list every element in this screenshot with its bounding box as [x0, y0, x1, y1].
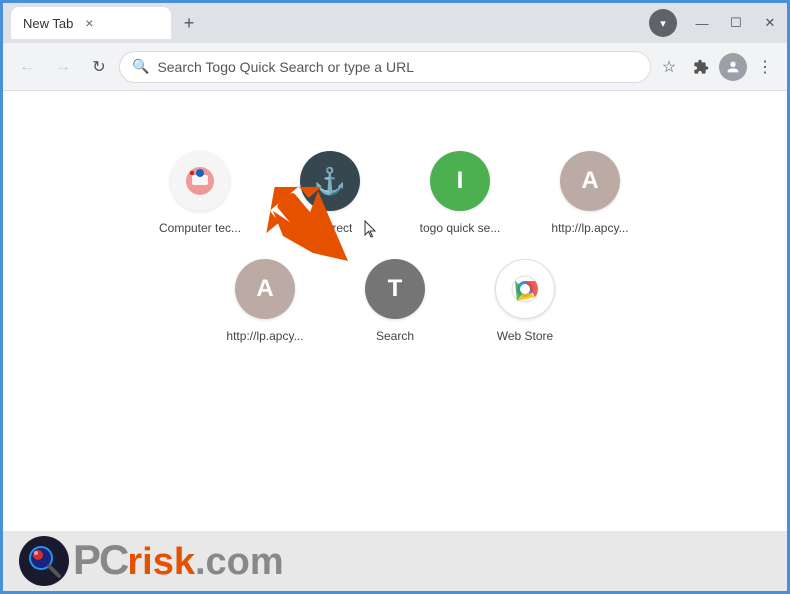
window-close-button[interactable]: ✕ — [761, 14, 779, 32]
shortcut-label-http-a2: http://lp.apcy... — [226, 329, 303, 343]
tab-close-button[interactable]: × — [81, 15, 97, 31]
shortcut-label-webstore: Web Store — [497, 329, 553, 343]
pcrisk-watermark: PC risk .com — [3, 531, 787, 591]
pcrisk-logo: PC risk .com — [19, 536, 284, 586]
back-button[interactable]: ← — [11, 51, 43, 83]
shortcut-search[interactable]: T Search — [350, 259, 440, 343]
shortcut-computer-tec[interactable]: Computer tec... — [155, 151, 245, 235]
shortcut-label-search: Search — [376, 329, 414, 343]
pcrisk-text-group: PC risk .com — [73, 539, 284, 584]
window-controls: ▾ — ☐ ✕ — [649, 9, 779, 37]
reload-button[interactable]: ↻ — [83, 51, 115, 83]
pcrisk-risk-text: risk — [127, 543, 195, 581]
title-bar: New Tab × + ▾ — ☐ ✕ — [3, 3, 787, 43]
shortcut-label-togo: togo quick se... — [420, 221, 501, 235]
shortcuts-row-2: A http://lp.apcy... T Search — [220, 259, 570, 343]
new-tab-button[interactable]: + — [175, 9, 203, 37]
shortcut-icon-search: T — [365, 259, 425, 319]
shortcut-label-redirect: Redirect — [308, 221, 353, 235]
shortcut-icon-http-a1: A — [560, 151, 620, 211]
nav-bar: ← → ↻ 🔍 Search Togo Quick Search or type… — [3, 43, 787, 91]
tab-title: New Tab — [23, 16, 73, 31]
shortcut-icon-http-a2: A — [235, 259, 295, 319]
pcrisk-dotcom-text: .com — [195, 541, 284, 584]
shortcut-icon-computer-tec — [170, 151, 230, 211]
address-text: Search Togo Quick Search or type a URL — [157, 59, 638, 75]
shortcut-http-a1[interactable]: A http://lp.apcy... — [545, 151, 635, 235]
bookmark-button[interactable]: ☆ — [655, 53, 683, 81]
shortcut-icon-redirect: ⚓ — [300, 151, 360, 211]
more-options-button[interactable]: ⋮ — [751, 53, 779, 81]
active-tab[interactable]: New Tab × — [11, 7, 171, 39]
extensions-button[interactable] — [687, 53, 715, 81]
shortcut-icon-togo: I — [430, 151, 490, 211]
minimize-button[interactable]: — — [693, 14, 711, 32]
profile-button[interactable] — [719, 53, 747, 81]
pcrisk-pc-text: PC — [73, 539, 127, 581]
search-icon: 🔍 — [132, 58, 149, 75]
address-bar[interactable]: 🔍 Search Togo Quick Search or type a URL — [119, 51, 651, 83]
shortcut-http-a2[interactable]: A http://lp.apcy... — [220, 259, 310, 343]
shortcuts-row-1: Computer tec... ⚓ Redirect I togo quick … — [155, 151, 635, 235]
chrome-menu-icon[interactable]: ▾ — [649, 9, 677, 37]
shortcut-label-computer-tec: Computer tec... — [159, 221, 241, 235]
pcrisk-icon — [19, 536, 69, 586]
shortcuts-container: Computer tec... ⚓ Redirect I togo quick … — [3, 151, 787, 343]
shortcut-label-http-a1: http://lp.apcy... — [551, 221, 628, 235]
shortcut-icon-webstore — [495, 259, 555, 319]
maximize-button[interactable]: ☐ — [727, 14, 745, 32]
shortcut-redirect[interactable]: ⚓ Redirect — [285, 151, 375, 235]
shortcut-togo[interactable]: I togo quick se... — [415, 151, 505, 235]
forward-button[interactable]: → — [47, 51, 79, 83]
shortcut-webstore[interactable]: Web Store — [480, 259, 570, 343]
